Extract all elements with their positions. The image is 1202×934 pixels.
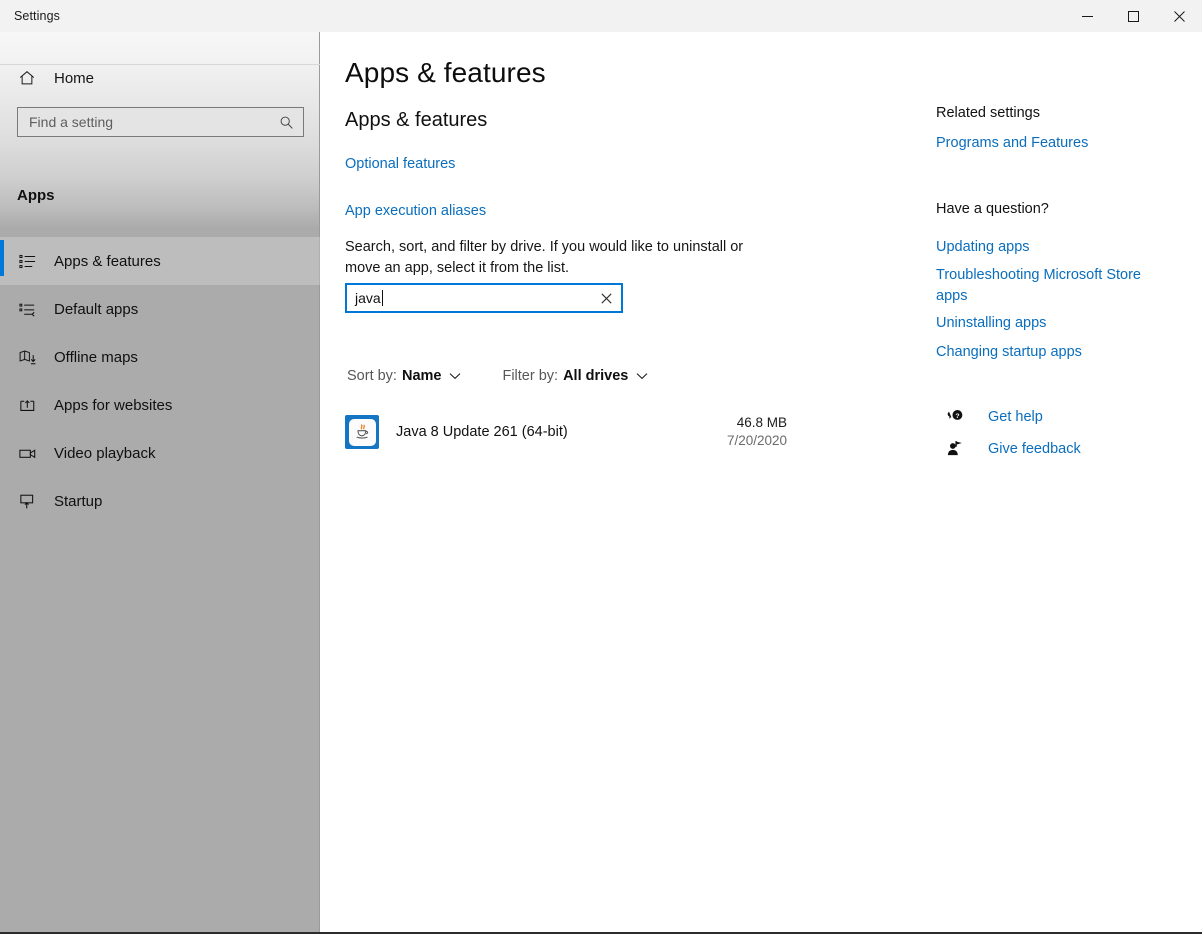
settings-window: Settings Home Find a setting Apps Apps &…	[0, 0, 1202, 934]
window-title: Settings	[14, 9, 60, 23]
app-search-value: java	[355, 290, 381, 306]
maximize-button[interactable]	[1110, 0, 1156, 32]
sidebar-item-label: Video playback	[54, 444, 156, 462]
home-icon	[18, 69, 42, 87]
map-download-icon	[18, 348, 44, 367]
feedback-person-icon	[942, 439, 968, 458]
video-camera-icon	[18, 444, 44, 463]
give-feedback-row[interactable]: Give feedback	[942, 439, 1081, 458]
sidebar-home-label: Home	[54, 69, 95, 87]
sidebar-category-label: Apps	[17, 187, 55, 204]
app-name: Java 8 Update 261 (64-bit)	[396, 424, 568, 440]
link-troubleshooting-store-apps[interactable]: Troubleshooting Microsoft Store apps	[936, 265, 1168, 307]
help-bubble-icon: ?	[942, 407, 968, 426]
java-coffee-cup-icon	[345, 415, 379, 449]
app-list: Java 8 Update 261 (64-bit) 46.8 MB 7/20/…	[321, 404, 821, 460]
sidebar-item-default-apps[interactable]: Default apps	[0, 285, 320, 333]
app-install-date: 7/20/2020	[726, 433, 787, 448]
section-title: Apps & features	[345, 109, 488, 131]
sidebar-item-label: Default apps	[54, 300, 139, 318]
sidebar-item-label: Apps for websites	[54, 396, 173, 414]
description-text: Search, sort, and filter by drive. If yo…	[345, 239, 744, 276]
app-list-item[interactable]: Java 8 Update 261 (64-bit) 46.8 MB 7/20/…	[335, 404, 791, 460]
list-bullet-icon	[18, 252, 44, 271]
sidebar: Home Find a setting Apps Apps & features…	[0, 32, 320, 932]
sidebar-item-startup[interactable]: Startup	[0, 477, 320, 525]
java-icon-inner	[348, 418, 376, 446]
monitor-up-icon	[18, 492, 44, 511]
get-help-row[interactable]: ? Get help	[942, 407, 1043, 426]
app-search-value-wrap: java	[347, 290, 591, 306]
close-button[interactable]	[1156, 0, 1202, 32]
filter-by-dropdown[interactable]: Filter by: All drives	[500, 365, 650, 387]
app-size: 46.8 MB	[736, 415, 787, 430]
window-controls	[1064, 0, 1202, 32]
svg-text:?: ?	[955, 413, 959, 420]
link-changing-startup-apps[interactable]: Changing startup apps	[936, 342, 1168, 363]
give-feedback-label: Give feedback	[988, 440, 1081, 457]
sort-by-dropdown[interactable]: Sort by: Name	[345, 365, 463, 387]
filter-by-label: Filter by:	[502, 368, 559, 384]
list-filters: Sort by: Name Filter by: All drives	[345, 365, 650, 387]
sidebar-item-apps-for-websites[interactable]: Apps for websites	[0, 381, 320, 429]
search-icon	[279, 115, 303, 130]
clear-search-button[interactable]	[591, 285, 621, 311]
get-help-label: Get help	[988, 408, 1043, 425]
link-uninstalling-apps[interactable]: Uninstalling apps	[936, 313, 1168, 334]
chevron-down-icon	[636, 372, 648, 380]
link-optional-features[interactable]: Optional features	[345, 156, 455, 172]
chevron-down-icon	[449, 372, 461, 380]
find-a-setting-input[interactable]: Find a setting	[17, 107, 304, 137]
link-updating-apps[interactable]: Updating apps	[936, 237, 1168, 258]
app-search-input[interactable]: java	[345, 283, 623, 313]
have-a-question-heading: Have a question?	[936, 201, 1049, 217]
sidebar-item-label: Offline maps	[54, 348, 138, 366]
sort-by-value: Name	[401, 368, 442, 384]
app-meta: 46.8 MB 7/20/2020	[727, 414, 791, 450]
main-content: Apps & features Apps & features Optional…	[321, 32, 1202, 932]
title-bar[interactable]: Settings	[0, 0, 1202, 32]
sidebar-nav-list: Apps & features Default apps Offline map…	[0, 237, 320, 525]
sidebar-item-label: Apps & features	[54, 252, 161, 270]
link-programs-and-features[interactable]: Programs and Features	[936, 133, 1168, 154]
sidebar-item-video-playback[interactable]: Video playback	[0, 429, 320, 477]
text-caret	[381, 290, 383, 306]
related-settings-heading: Related settings	[936, 105, 1040, 121]
app-link-icon	[18, 396, 44, 415]
sidebar-item-apps-and-features[interactable]: Apps & features	[0, 237, 320, 285]
page-title: Apps & features	[345, 57, 546, 88]
find-a-setting-placeholder: Find a setting	[29, 114, 114, 130]
sidebar-item-offline-maps[interactable]: Offline maps	[0, 333, 320, 381]
minimize-button[interactable]	[1064, 0, 1110, 32]
sidebar-item-home[interactable]: Home	[0, 58, 320, 98]
filter-by-value: All drives	[563, 368, 629, 384]
link-app-execution-aliases[interactable]: App execution aliases	[345, 203, 486, 219]
sidebar-item-label: Startup	[54, 492, 103, 510]
list-arrow-icon	[18, 300, 44, 319]
sort-by-label: Sort by:	[347, 368, 397, 384]
